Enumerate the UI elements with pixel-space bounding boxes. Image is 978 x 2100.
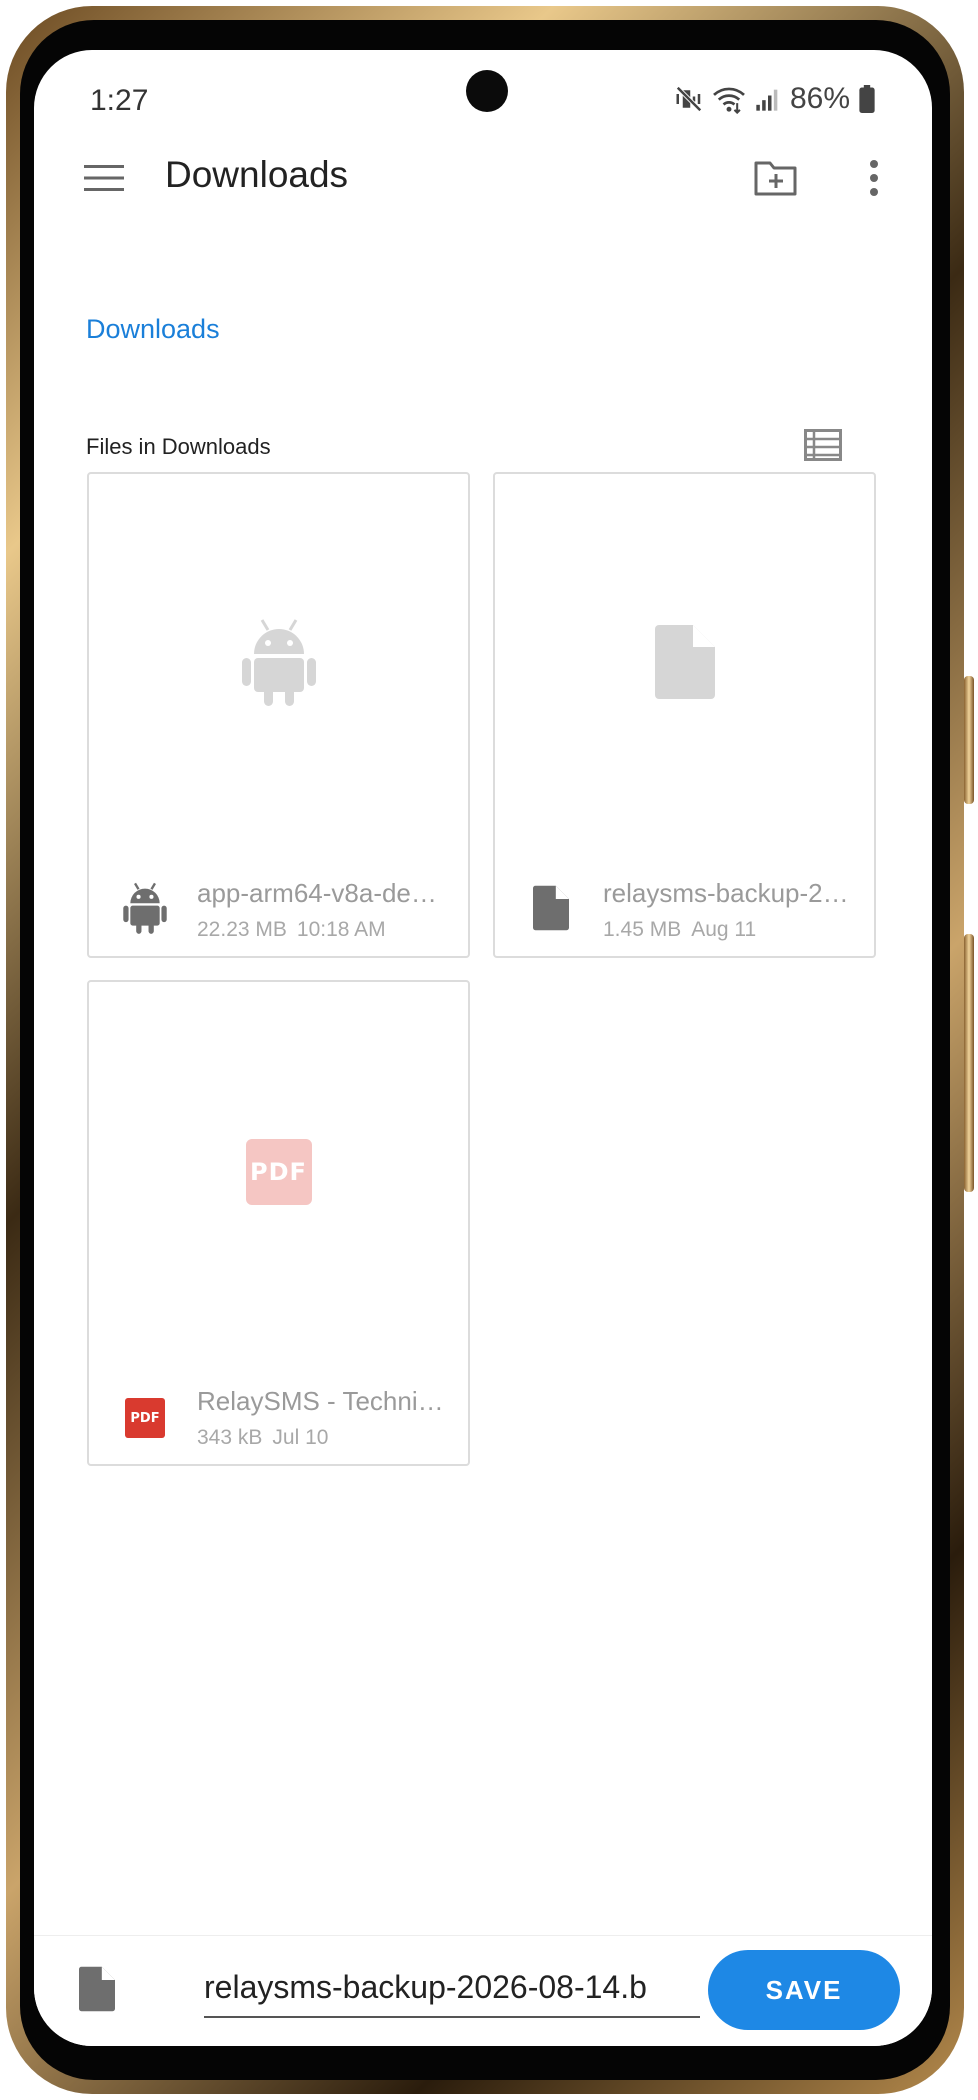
file-date: Aug 11: [691, 918, 757, 941]
new-folder-icon: [753, 159, 799, 202]
file-name: app-arm64-v8a-de…: [197, 878, 437, 908]
signal-icon: [754, 85, 782, 113]
file-card[interactable]: PDF PDF RelaySMS - Techni… 343 kB Jul 10: [87, 980, 470, 1466]
file-name: relaysms-backup-2…: [603, 878, 849, 908]
more-vert-icon: [868, 159, 880, 202]
android-icon: [240, 616, 318, 713]
file-thumbnail: [89, 614, 468, 714]
file-type-icon: [121, 882, 169, 934]
file-type-icon: [72, 1966, 122, 2016]
file-thumbnail: [495, 614, 874, 714]
front-camera: [466, 70, 508, 112]
list-view-icon: [804, 428, 842, 466]
file-card[interactable]: relaysms-backup-2… 1.45 MB Aug 11: [493, 472, 876, 958]
file-icon: [79, 1966, 115, 2017]
section-header: Files in Downloads: [86, 434, 271, 459]
new-folder-button[interactable]: [744, 148, 808, 212]
file-meta: 343 kB Jul 10: [197, 1426, 328, 1450]
pdf-icon: PDF: [245, 1139, 312, 1205]
vibrate-mute-icon: [674, 84, 704, 114]
save-button[interactable]: SAVE: [708, 1950, 900, 2030]
file-icon: [533, 885, 569, 936]
pdf-icon: PDF: [125, 1398, 165, 1438]
menu-icon: [84, 163, 124, 198]
file-size: 22.23 MB: [197, 918, 287, 941]
file-name: RelaySMS - Techni…: [197, 1386, 444, 1416]
battery-text: 86%: [789, 82, 850, 115]
file-icon: [654, 624, 715, 704]
status-icons: 86%: [674, 82, 876, 116]
file-size: 343 kB: [197, 1426, 263, 1449]
save-bar: SAVE: [34, 1935, 932, 2046]
file-card[interactable]: app-arm64-v8a-de… 22.23 MB 10:18 AM: [87, 472, 470, 958]
file-type-icon: [527, 885, 575, 936]
list-view-button[interactable]: [798, 422, 848, 472]
menu-button[interactable]: [74, 150, 134, 210]
phone-side-button: [964, 934, 974, 1192]
more-options-button[interactable]: [852, 148, 896, 212]
wifi-icon: [712, 84, 746, 114]
status-time: 1:27: [90, 84, 149, 117]
android-icon: [122, 881, 168, 940]
file-date: Jul 10: [272, 1426, 329, 1449]
file-size: 1.45 MB: [603, 918, 682, 941]
file-date: 10:18 AM: [296, 918, 386, 941]
screen: 1:27 86% Downloads Downloads Files in Do…: [34, 50, 932, 2046]
battery-icon: [858, 85, 876, 113]
file-type-icon: PDF: [121, 1394, 169, 1442]
file-meta: 1.45 MB Aug 11: [603, 918, 756, 942]
page-title: Downloads: [165, 154, 349, 195]
phone-side-button: [964, 676, 974, 804]
file-meta: 22.23 MB 10:18 AM: [197, 918, 386, 942]
breadcrumb[interactable]: Downloads: [86, 314, 220, 345]
file-thumbnail: PDF: [89, 1122, 468, 1222]
filename-input[interactable]: [204, 1958, 700, 2018]
